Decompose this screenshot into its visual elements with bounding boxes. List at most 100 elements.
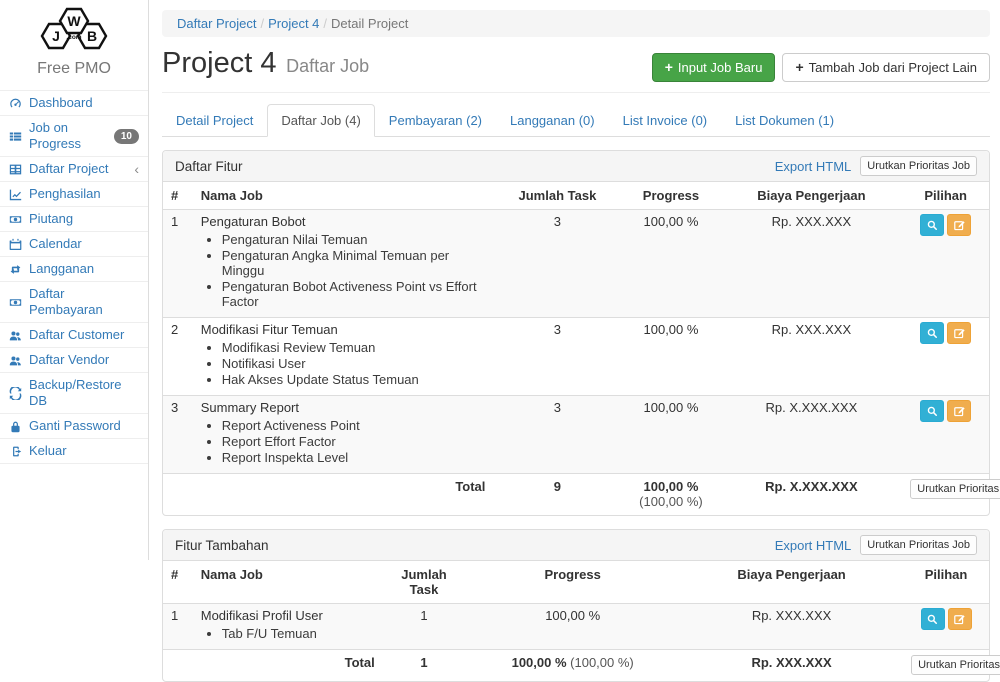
sidebar-item-calendar[interactable]: Calendar xyxy=(0,232,148,257)
sidebar-item-label: Penghasilan xyxy=(29,186,101,202)
progress-value: 100,00 % xyxy=(621,318,720,396)
job-name: Pengaturan Bobot xyxy=(201,214,306,229)
column-header-nama-job: Nama Job xyxy=(193,561,383,604)
sidebar-item-label: Daftar Pembayaran xyxy=(29,286,139,318)
breadcrumb: Daftar Project/Project 4/Detail Project xyxy=(162,10,990,37)
total-row: Total 9 100,00 % (100,00 %) Rp. X.XXX.XX… xyxy=(163,474,989,516)
line-chart-icon xyxy=(9,187,23,201)
sidebar-item-daftar-customer[interactable]: Daftar Customer xyxy=(0,323,148,348)
breadcrumb-separator: / xyxy=(256,16,268,31)
lock-icon xyxy=(9,419,23,433)
sidebar-item-daftar-project[interactable]: Daftar Project ‹ xyxy=(0,157,148,182)
panel-title: Daftar Fitur xyxy=(175,159,775,174)
total-biaya: Rp. XXX.XXX xyxy=(680,650,903,682)
total-progress-value: 100,00 % xyxy=(644,479,699,494)
edit-icon xyxy=(953,219,966,232)
page-header: Project 4 Daftar Job + Input Job Baru + … xyxy=(162,47,990,93)
jwb-logo-hexagons: J W B .com xyxy=(31,7,117,55)
input-job-baru-button[interactable]: + Input Job Baru xyxy=(652,53,776,82)
tab-detail-project[interactable]: Detail Project xyxy=(162,104,267,137)
edit-job-button[interactable] xyxy=(947,214,971,236)
sidebar-item-ganti-password[interactable]: Ganti Password xyxy=(0,414,148,439)
total-tasks: 1 xyxy=(383,650,466,682)
total-label: Total xyxy=(193,474,494,516)
sidebar-item-piutang[interactable]: Piutang xyxy=(0,207,148,232)
job-count-badge: 10 xyxy=(114,129,139,144)
sidebar-item-penghasilan[interactable]: Penghasilan xyxy=(0,182,148,207)
edit-job-button[interactable] xyxy=(947,400,971,422)
view-job-button[interactable] xyxy=(920,214,944,236)
progress-value: 100,00 % xyxy=(621,396,720,474)
panel-title: Fitur Tambahan xyxy=(175,538,775,553)
export-html-link[interactable]: Export HTML xyxy=(775,159,852,174)
column-header-pilihan: Pilihan xyxy=(902,182,989,210)
tab-list-invoice[interactable]: List Invoice (0) xyxy=(609,104,722,137)
subtask-list: Report Activeness Point Report Effort Fa… xyxy=(201,418,486,465)
tab-langganan[interactable]: Langganan (0) xyxy=(496,104,609,137)
sidebar-item-keluar[interactable]: Keluar xyxy=(0,439,148,464)
tambah-job-dari-project-lain-button[interactable]: + Tambah Job dari Project Lain xyxy=(782,53,990,82)
subtask-item: Pengaturan Nilai Temuan xyxy=(222,232,486,247)
header-buttons: + Input Job Baru + Tambah Job dari Proje… xyxy=(652,53,990,84)
jumlah-task-value: 3 xyxy=(493,210,621,318)
urutkan-prioritas-job-button[interactable]: Urutkan Prioritas Job xyxy=(860,535,977,555)
sidebar-item-langganan[interactable]: Langganan xyxy=(0,257,148,282)
search-icon xyxy=(926,613,939,626)
sidebar-item-label: Piutang xyxy=(29,211,73,227)
panel-fitur-tambahan: Fitur Tambahan Export HTML Urutkan Prior… xyxy=(162,529,990,682)
total-progress-value: 100,00 % xyxy=(512,655,567,670)
svg-text:W: W xyxy=(67,13,81,29)
urutkan-prioritas-job-button[interactable]: Urutkan Prioritas Job xyxy=(910,479,1000,499)
svg-text:B: B xyxy=(87,28,97,44)
tab-list-dokumen[interactable]: List Dokumen (1) xyxy=(721,104,848,137)
column-header-biaya: Biaya Pengerjaan xyxy=(680,561,903,604)
pilihan-cell xyxy=(902,396,989,474)
edit-job-button[interactable] xyxy=(947,322,971,344)
tab-pembayaran[interactable]: Pembayaran (2) xyxy=(375,104,496,137)
breadcrumb-link-daftar-project[interactable]: Daftar Project xyxy=(177,16,256,31)
subtask-item: Pengaturan Bobot Activeness Point vs Eff… xyxy=(222,279,486,309)
sidebar-item-dashboard[interactable]: Dashboard xyxy=(0,91,148,116)
view-job-button[interactable] xyxy=(920,400,944,422)
biaya-value: Rp. XXX.XXX xyxy=(721,318,903,396)
view-job-button[interactable] xyxy=(920,322,944,344)
tab-daftar-job[interactable]: Daftar Job (4) xyxy=(267,104,374,137)
pilihan-cell: Urutkan Prioritas Job xyxy=(903,650,989,682)
job-name: Modifikasi Fitur Temuan xyxy=(201,322,338,337)
sign-out-icon xyxy=(9,444,23,458)
sidebar-nav: Dashboard Job on Progress 10 Daftar Proj… xyxy=(0,90,148,464)
money-icon xyxy=(9,295,23,309)
urutkan-prioritas-job-button[interactable]: Urutkan Prioritas Job xyxy=(911,655,1000,675)
job-number: 3 xyxy=(163,396,193,474)
table-header-row: # Nama Job Jumlah Task Progress Biaya Pe… xyxy=(163,182,989,210)
breadcrumb-link-project-4[interactable]: Project 4 xyxy=(268,16,319,31)
list-icon xyxy=(9,129,23,143)
job-name-cell: Modifikasi Profil User Tab F/U Temuan xyxy=(193,604,383,650)
total-progress: 100,00 % (100,00 %) xyxy=(465,650,680,682)
table-header-row: # Nama Job Jumlah Task Progress Biaya Pe… xyxy=(163,561,989,604)
sidebar-item-backup-restore[interactable]: Backup/Restore DB xyxy=(0,373,148,414)
biaya-value: Rp. XXX.XXX xyxy=(680,604,903,650)
edit-job-button[interactable] xyxy=(948,608,972,630)
progress-value: 100,00 % xyxy=(465,604,680,650)
sidebar-item-label: Daftar Project xyxy=(29,161,108,177)
brand-name: Free PMO xyxy=(0,60,148,78)
total-row: Total 1 100,00 % (100,00 %) Rp. XXX.XXX … xyxy=(163,650,989,682)
sidebar-item-daftar-pembayaran[interactable]: Daftar Pembayaran xyxy=(0,282,148,323)
subtask-list: Tab F/U Temuan xyxy=(201,626,375,641)
sidebar-item-label: Langganan xyxy=(29,261,94,277)
total-progress-alt: (100,00 %) xyxy=(639,494,703,509)
job-number: 2 xyxy=(163,318,193,396)
sidebar-item-job-on-progress[interactable]: Job on Progress 10 xyxy=(0,116,148,157)
view-job-button[interactable] xyxy=(921,608,945,630)
sidebar-item-daftar-vendor[interactable]: Daftar Vendor xyxy=(0,348,148,373)
sidebar-item-label: Keluar xyxy=(29,443,67,459)
export-html-link[interactable]: Export HTML xyxy=(775,538,852,553)
progress-value: 100,00 % xyxy=(621,210,720,318)
urutkan-prioritas-job-button[interactable]: Urutkan Prioritas Job xyxy=(860,156,977,176)
panel-heading: Daftar Fitur Export HTML Urutkan Priorit… xyxy=(163,151,989,182)
fitur-tambahan-table: # Nama Job Jumlah Task Progress Biaya Pe… xyxy=(163,561,989,681)
subtask-item: Modifikasi Review Temuan xyxy=(222,340,486,355)
job-name-cell: Pengaturan Bobot Pengaturan Nilai Temuan… xyxy=(193,210,494,318)
svg-text:J: J xyxy=(52,28,60,44)
